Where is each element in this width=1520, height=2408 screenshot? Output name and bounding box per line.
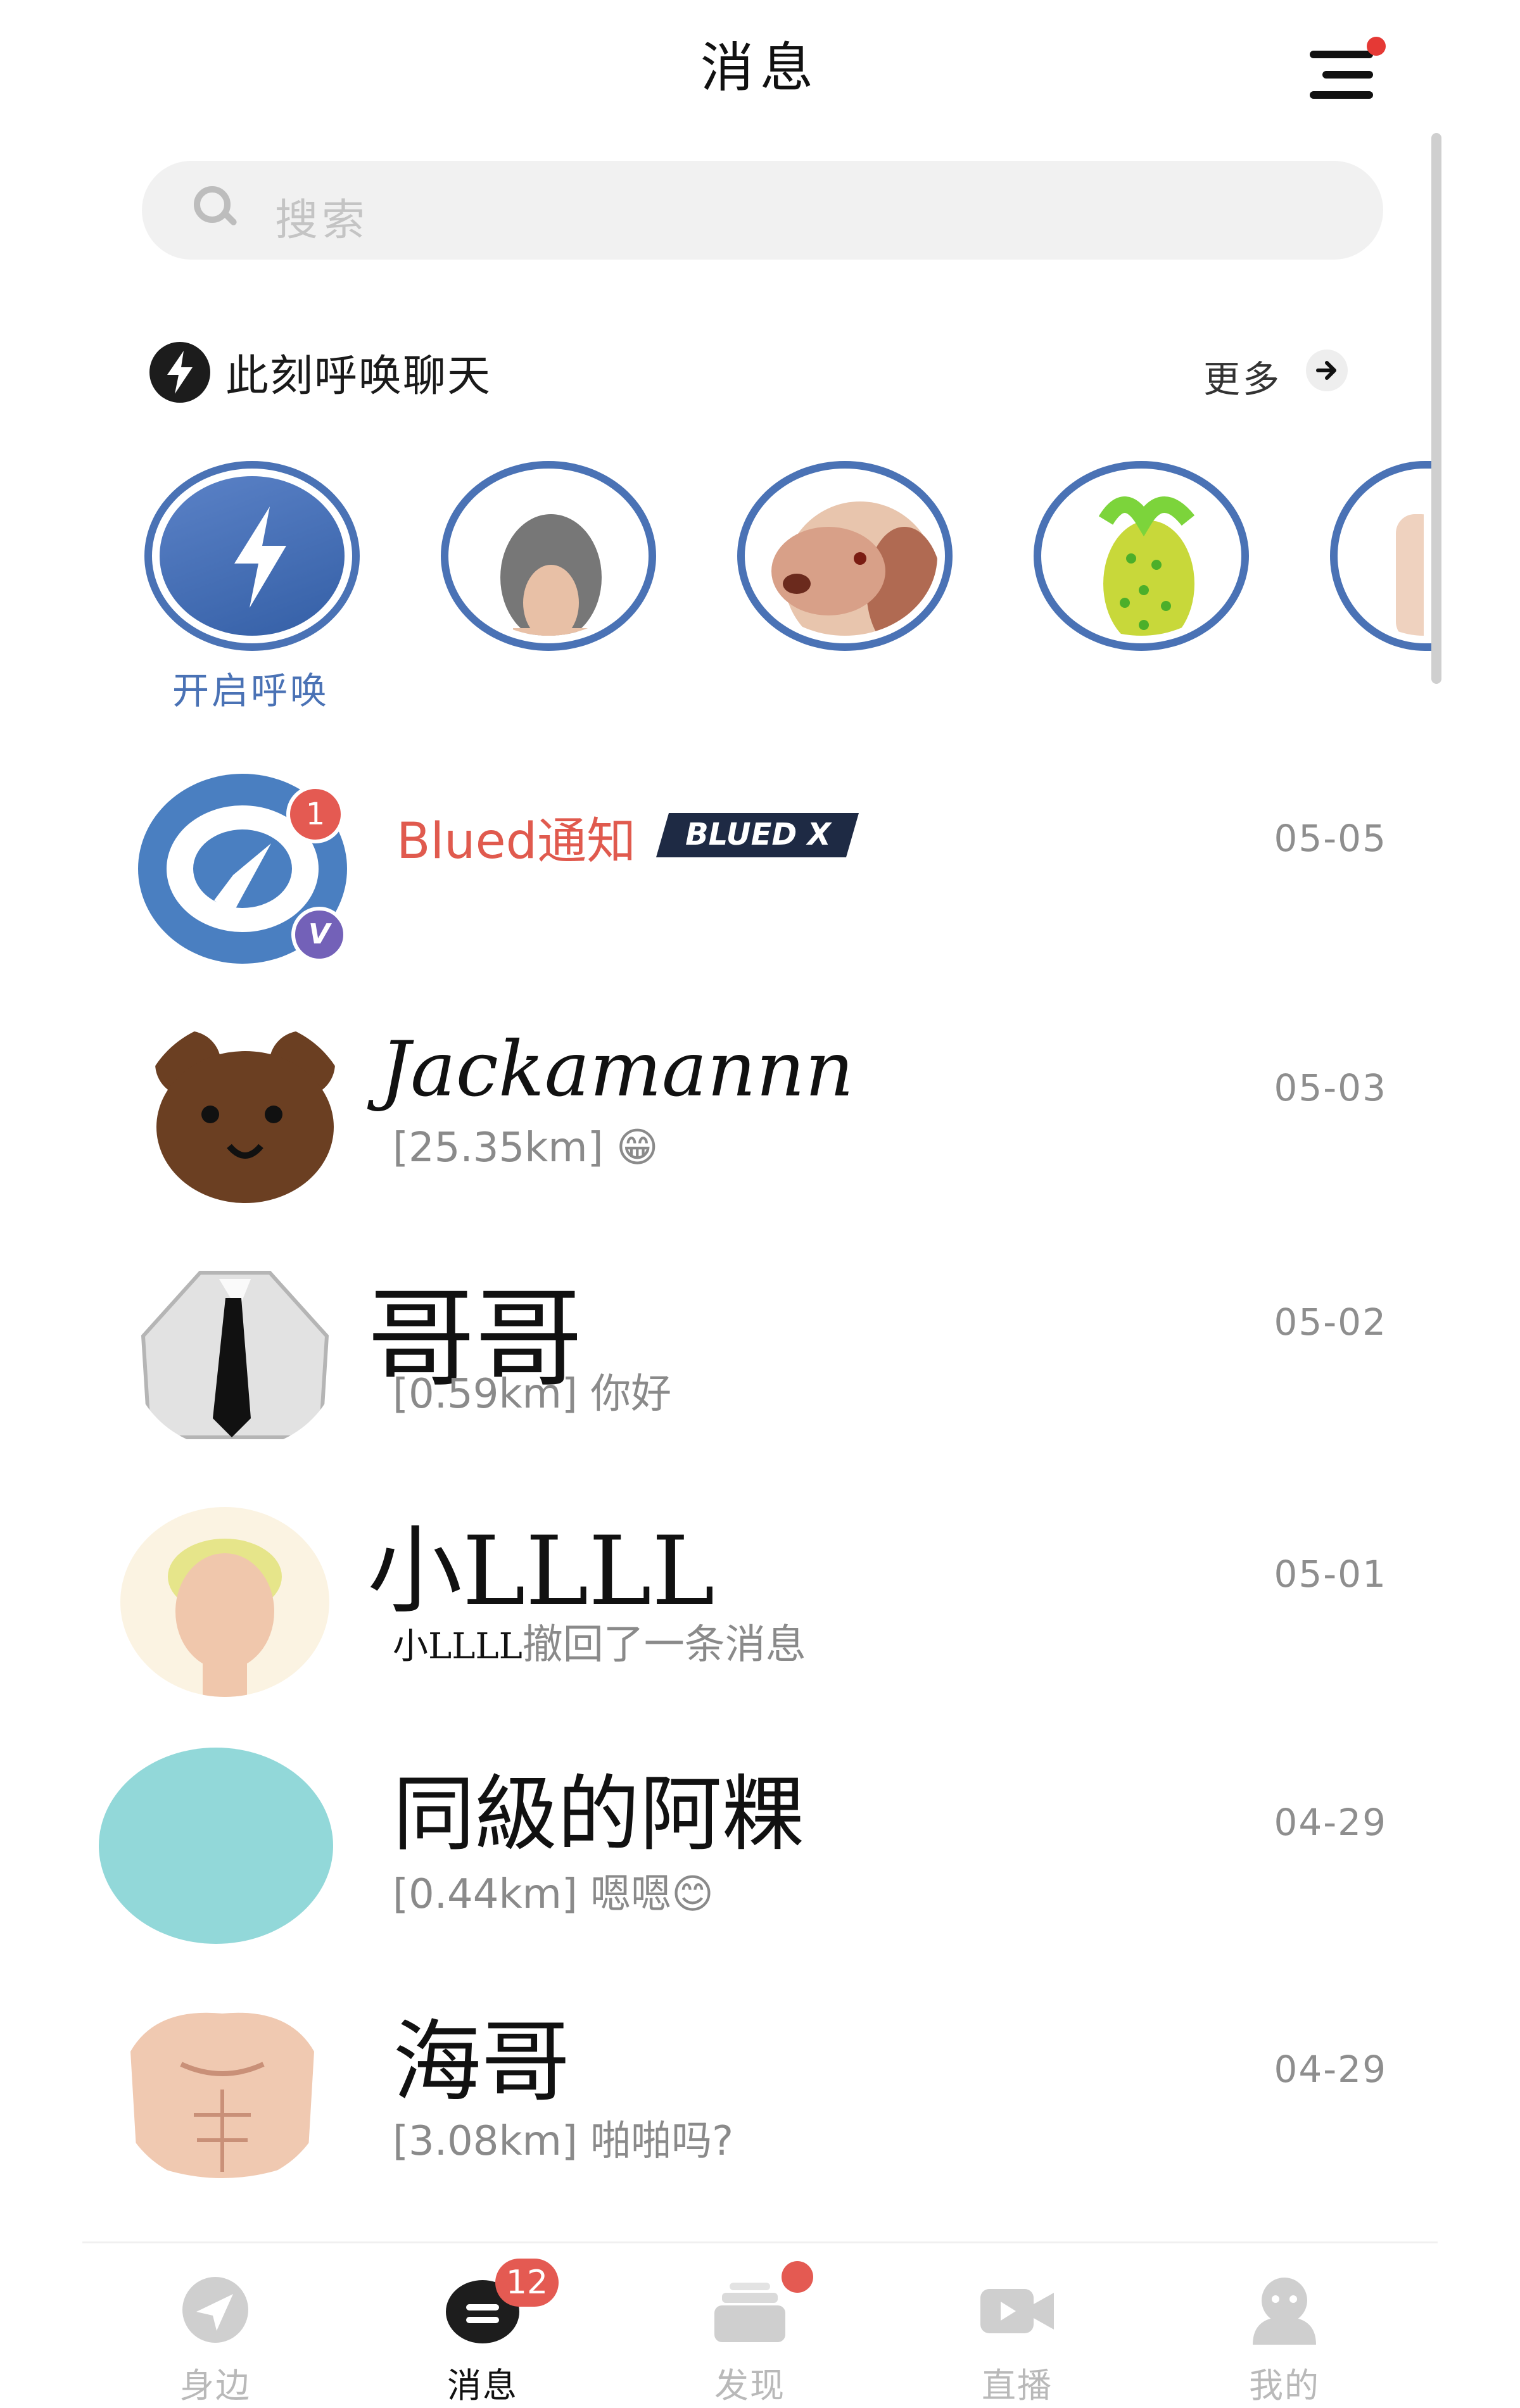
open-summon-label: 开启呼唤 <box>172 669 330 712</box>
summon-section-title: 此刻呼唤聊天 <box>225 351 492 401</box>
recaller-name: 小LLLL <box>393 1626 522 1667</box>
conversation-name: 同級的阿粿 <box>393 1766 805 1862</box>
avatar <box>99 1748 333 1944</box>
search-input[interactable]: 搜索 <box>142 161 1383 260</box>
notification-dot <box>1367 37 1386 56</box>
menu-icon-line <box>1322 71 1373 79</box>
location-arrow-icon <box>177 2275 253 2345</box>
conversation-name: 海哥 <box>393 2011 571 2114</box>
tab-profile[interactable]: 我的 <box>1202 2256 1367 2405</box>
avatar <box>456 476 641 636</box>
tab-live[interactable]: 直播 <box>935 2256 1099 2405</box>
conversation-date: 05-05 <box>1274 817 1387 860</box>
tab-discover[interactable]: 发现 <box>668 2256 832 2405</box>
unread-count-badge: 12 <box>495 2259 559 2307</box>
verified-badge: V <box>291 907 347 962</box>
unread-badge: 1 <box>286 785 345 843</box>
tab-messages[interactable]: 12 消息 <box>400 2256 565 2405</box>
summon-open-avatar <box>160 476 345 636</box>
conversation-name: 小LLLL <box>367 1516 715 1627</box>
avatar <box>1049 476 1234 636</box>
summon-user-avatar[interactable] <box>441 461 656 651</box>
avatar <box>752 476 937 636</box>
conversation-preview: [25.35km] 😁 <box>393 1125 659 1171</box>
avatar <box>130 1260 339 1450</box>
recall-notice: 撤回了一条消息 <box>522 1622 806 1668</box>
tab-nearby[interactable]: 身边 <box>133 2256 298 2405</box>
conversation-date: 05-03 <box>1274 1066 1387 1109</box>
tab-label: 身边 <box>180 2366 251 2405</box>
conversation-date: 04-29 <box>1274 2048 1387 2091</box>
arrow-right-icon[interactable] <box>1306 350 1348 391</box>
tab-label: 消息 <box>447 2366 518 2405</box>
tab-label: 我的 <box>1249 2366 1320 2405</box>
person-icon <box>1246 2275 1322 2345</box>
list-item[interactable]: 哥哥 [0.59km] 你好 05-02 <box>0 1260 1520 1501</box>
notification-dot <box>782 2261 813 2293</box>
menu-icon-line <box>1310 91 1373 99</box>
list-item[interactable]: 1 V Blued通知 BLUED X 05-05 <box>0 766 1520 1007</box>
avatar <box>120 1507 329 1697</box>
more-link[interactable]: 更多 <box>1203 350 1282 403</box>
menu-button[interactable] <box>1305 32 1387 114</box>
summon-user-avatar[interactable] <box>1034 461 1249 651</box>
tab-label: 直播 <box>982 2366 1053 2405</box>
menu-icon <box>1310 51 1373 58</box>
conversation-preview: 小LLLL撤回了一条消息 <box>393 1612 806 1670</box>
lightning-icon <box>234 507 286 608</box>
conversation-date: 04-29 <box>1274 1801 1387 1844</box>
conversation-name: Blued通知 <box>396 813 636 870</box>
avatar <box>141 1019 350 1209</box>
tab-label: 发现 <box>714 2366 785 2405</box>
list-item[interactable]: Jackamannn [25.35km] 😁 05-03 <box>0 1013 1520 1254</box>
conversation-date: 05-01 <box>1274 1553 1387 1596</box>
scrollbar[interactable] <box>1431 133 1441 684</box>
conversation-preview: [0.44km] 嗯嗯😊 <box>393 1871 714 1918</box>
video-camera-icon <box>979 2275 1055 2345</box>
bluedx-badge-text: BLUED X <box>685 817 831 852</box>
conversation-preview: [3.08km] 啪啪吗? <box>393 2118 734 2165</box>
list-item[interactable]: 同級的阿粿 [0.44km] 嗯嗯😊 04-29 <box>0 1748 1520 1988</box>
list-item[interactable]: 小LLLL 小LLLL撤回了一条消息 05-01 <box>0 1501 1520 1741</box>
open-summon-button[interactable] <box>144 461 360 651</box>
list-item[interactable]: 海哥 [3.08km] 啪啪吗? 04-29 <box>0 1995 1520 2235</box>
search-icon <box>194 186 231 223</box>
avatar <box>118 1995 327 2184</box>
search-placeholder: 搜索 <box>275 196 369 246</box>
avatar <box>1345 476 1424 636</box>
conversation-name: Jackamannn <box>380 1026 854 1114</box>
tab-bar: 身边 12 消息 发现 直播 我的 <box>82 2241 1438 2408</box>
cards-icon <box>712 2275 788 2345</box>
summon-user-avatar[interactable] <box>1330 461 1431 651</box>
conversation-date: 05-02 <box>1274 1301 1387 1344</box>
summon-user-avatar[interactable] <box>737 461 953 651</box>
page-title: 消息 <box>700 37 820 99</box>
lightning-icon <box>149 342 210 403</box>
conversation-preview: [0.59km] 你好 <box>393 1371 672 1418</box>
